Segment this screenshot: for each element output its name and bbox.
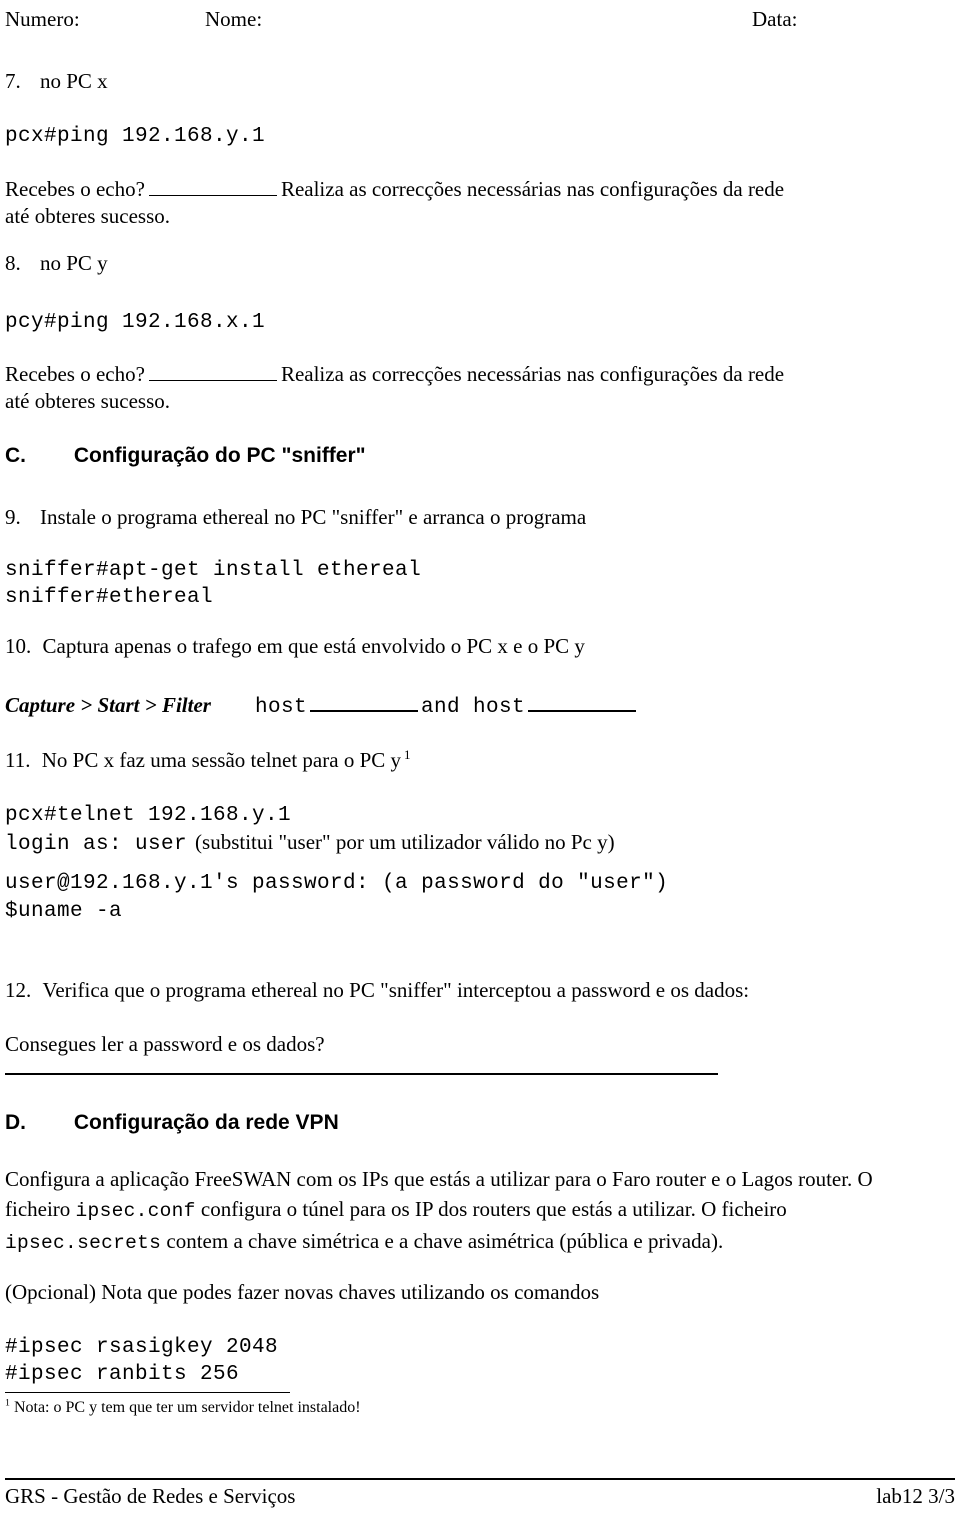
item-8-answer-blank[interactable] xyxy=(148,360,277,381)
footer-right-page: lab12 3/3 xyxy=(876,1484,955,1508)
item-9-code-line-2: sniffer#ethereal xyxy=(5,586,214,609)
item-8-code: pcy#ping 192.168.x.1 xyxy=(5,311,266,334)
item-11-code-line-1: pcx#telnet 192.168.y.1 xyxy=(5,804,292,827)
item-9: 9. Instale o programa ethereal no PC "sn… xyxy=(5,504,586,531)
vpn-ipsec-conf-filename: ipsec.conf xyxy=(75,1200,196,1222)
item-9-code-line-1: sniffer#apt-get install ethereal xyxy=(5,559,422,582)
vpn-ipsec-secrets-filename: ipsec.secrets xyxy=(5,1232,162,1254)
item-10: 10. Captura apenas o trafego em que está… xyxy=(5,633,585,660)
section-d-letter: D. xyxy=(5,1111,26,1134)
item-8-question: Recebes o echo? Realiza as correcções nec… xyxy=(5,360,955,415)
header-nome-label: Nome: xyxy=(205,7,263,31)
item-8-number: 8. xyxy=(5,251,21,275)
vpn-code-line-2: #ipsec ranbits 256 xyxy=(5,1363,240,1386)
page-footer: GRS - Gestão de Redes e Serviços lab12 3… xyxy=(5,1478,955,1509)
section-d-heading: D. Configuração da rede VPN xyxy=(5,1110,339,1136)
capture-menu-path: Capture > Start > Filter xyxy=(5,693,211,717)
item-7-question: Recebes o echo? Realiza as correcções nec… xyxy=(5,175,955,230)
document-header: Numero: Nome: Data: xyxy=(5,6,955,36)
footnote: 1 Nota: o PC y tem que ter um servidor t… xyxy=(5,1398,705,1418)
vpn-paragraph-2: (Opcional) Nota que podes fazer novas ch… xyxy=(5,1280,600,1304)
section-d-title: Configuração da rede VPN xyxy=(73,1111,339,1134)
item-8: 8. no PC y xyxy=(5,250,108,277)
item-9-number: 9. xyxy=(5,505,21,529)
section-c-letter: C. xyxy=(5,444,26,467)
document-page: Numero: Nome: Data: 7. no PC x pcx#ping … xyxy=(0,0,960,1516)
header-numero-label: Numero: xyxy=(5,7,80,31)
item-7-question-before: Recebes o echo? xyxy=(5,176,145,201)
item-11: 11. No PC x faz uma sessão telnet para o… xyxy=(5,747,411,774)
item-11-number: 11. xyxy=(5,748,31,772)
vpn-para1-part-c: contem a chave simétrica e a chave asimé… xyxy=(161,1229,724,1253)
item-12-number: 12. xyxy=(5,978,32,1002)
vpn-paragraph-1: Configura a aplicação FreeSWAN com os IP… xyxy=(5,1164,930,1258)
section-c-title: Configuração do PC "sniffer" xyxy=(73,444,366,467)
item-12-question: Consegues ler a password e os dados? xyxy=(5,1032,325,1056)
item-11-code-line-3: user@192.168.y.1's password: (a password… xyxy=(5,872,669,895)
item-9-text: Instale o programa ethereal no PC "sniff… xyxy=(40,505,587,529)
filter-and-host-label: and host xyxy=(421,696,526,719)
footnote-text: Nota: o PC y tem que ter um servidor tel… xyxy=(13,1399,361,1416)
vpn-para1-part-b: configura o túnel para os IP dos routers… xyxy=(195,1197,787,1221)
item-10-text: Captura apenas o trafego em que está env… xyxy=(42,634,585,658)
item-11-login-command: login as: user xyxy=(5,833,188,856)
header-data-label: Data: xyxy=(752,7,798,31)
item-8-text: no PC y xyxy=(40,251,108,275)
item-12-text: Verifica que o programa ethereal no PC "… xyxy=(42,978,750,1002)
item-7: 7. no PC x xyxy=(5,68,108,95)
item-12-answer-rule[interactable] xyxy=(5,1073,718,1075)
item-8-question-after: Realiza as correcções necessárias nas co… xyxy=(280,361,785,386)
item-7-number: 7. xyxy=(5,69,21,93)
item-8-question-line2: até obteres sucesso. xyxy=(5,388,171,413)
item-11-footnote-marker: 1 xyxy=(404,747,411,762)
footer-left-title: GRS - Gestão de Redes e Serviços xyxy=(5,1484,296,1508)
item-11-code-line-2: login as: user (substitui "user" por um u… xyxy=(5,829,615,859)
filter-host-label-1: host xyxy=(254,696,307,719)
footnote-separator xyxy=(5,1392,290,1393)
section-c-heading: C. Configuração do PC "sniffer" xyxy=(5,443,366,469)
filter-host-blank-2[interactable] xyxy=(528,697,637,712)
item-7-text: no PC x xyxy=(40,69,108,93)
filter-host-blank-1[interactable] xyxy=(310,697,418,712)
item-12: 12. Verifica que o programa ethereal no … xyxy=(5,977,749,1004)
item-10-filter-row: Capture > Start > Filter host and host xyxy=(5,692,639,722)
item-10-number: 10. xyxy=(5,634,32,658)
item-11-code-line-4: $uname -a xyxy=(5,900,123,923)
footnote-marker: 1 xyxy=(5,1397,10,1409)
item-8-question-before: Recebes o echo? xyxy=(5,361,145,386)
item-7-code: pcx#ping 192.168.y.1 xyxy=(5,125,266,148)
item-7-question-line2: até obteres sucesso. xyxy=(5,203,171,228)
item-7-answer-blank[interactable] xyxy=(148,175,277,196)
item-7-question-after: Realiza as correcções necessárias nas co… xyxy=(280,176,785,201)
item-11-login-note: (substitui "user" por um utilizador váli… xyxy=(195,830,615,854)
item-11-text: No PC x faz uma sessão telnet para o PC … xyxy=(41,748,402,772)
vpn-code-line-1: #ipsec rsasigkey 2048 xyxy=(5,1336,279,1359)
